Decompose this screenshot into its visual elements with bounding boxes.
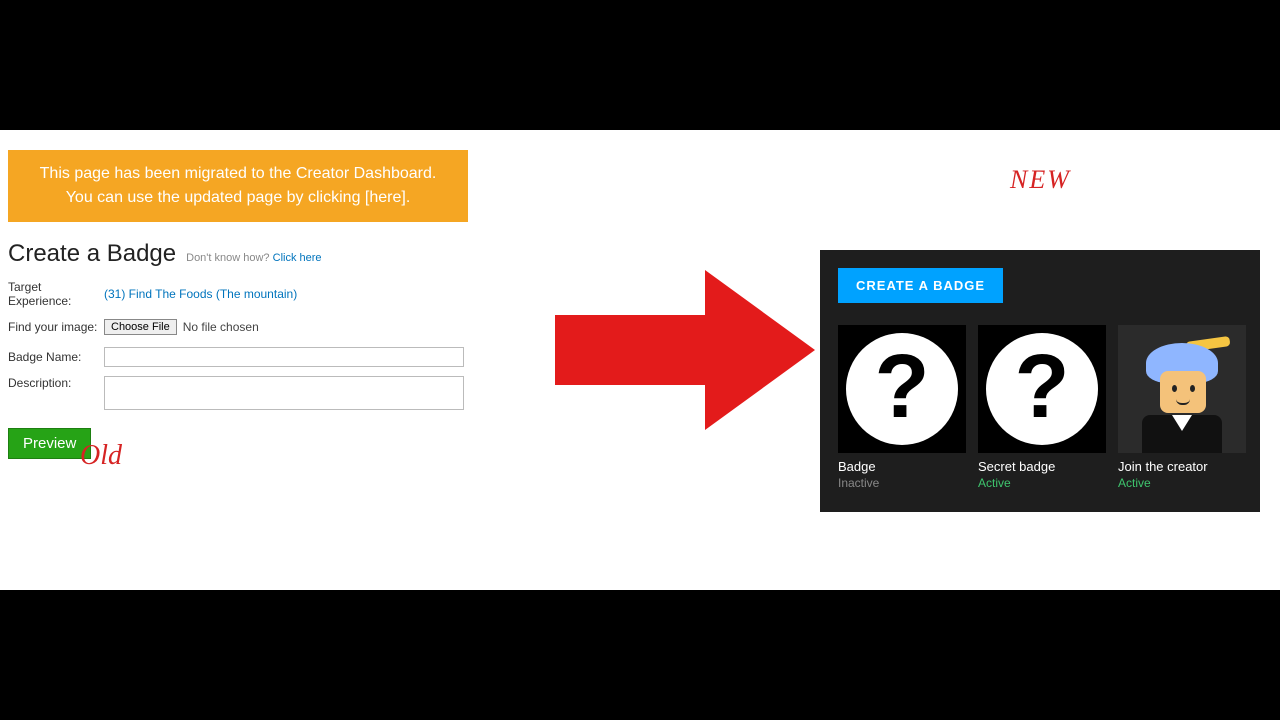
badge-status: Inactive: [838, 476, 966, 490]
image-row: Find your image: Choose File No file cho…: [8, 316, 468, 338]
old-ui-panel: This page has been migrated to the Creat…: [8, 150, 468, 459]
help-link[interactable]: Click here: [273, 252, 322, 264]
badge-card[interactable]: ? Badge Inactive: [838, 325, 966, 490]
annotation-new: NEW: [1010, 165, 1071, 195]
description-row: Description:: [8, 376, 468, 410]
choose-file-button[interactable]: Choose File: [104, 319, 177, 335]
page-title: Create a Badge: [8, 240, 176, 268]
annotation-old: Old: [80, 440, 122, 472]
badge-name-label: Badge Name:: [8, 350, 104, 364]
badge-grid: ?BadgeInactive?Secret badgeActiveJoin th…: [838, 325, 1242, 490]
badge-name-input[interactable]: [104, 347, 464, 367]
badge-name: Join the creator: [1118, 459, 1246, 474]
hint-prefix: Don't know how?: [186, 252, 269, 264]
badge-status: Active: [1118, 476, 1246, 490]
badge-name: Secret badge: [978, 459, 1106, 474]
svg-text:?: ?: [875, 337, 930, 437]
help-hint: Don't know how? Click here: [186, 252, 321, 264]
badge-name: Badge: [838, 459, 966, 474]
target-experience-row: Target Experience: (31) Find The Foods (…: [8, 280, 468, 308]
heading-row: Create a Badge Don't know how? Click her…: [8, 240, 468, 268]
description-label: Description:: [8, 376, 104, 390]
target-experience-label: Target Experience:: [8, 280, 104, 308]
description-input[interactable]: [104, 376, 464, 410]
arrow-icon: [555, 270, 815, 430]
badge-form: Target Experience: (31) Find The Foods (…: [8, 280, 468, 459]
create-badge-button[interactable]: CREATE A BADGE: [838, 268, 1003, 303]
badge-card[interactable]: ? Secret badge Active: [978, 325, 1106, 490]
badge-status: Active: [978, 476, 1106, 490]
badge-name-row: Badge Name:: [8, 346, 468, 368]
avatar-icon: [1118, 325, 1246, 453]
preview-button[interactable]: Preview: [8, 428, 91, 459]
question-mark-icon: ?: [838, 325, 966, 453]
image-label: Find your image:: [8, 320, 104, 334]
migration-banner[interactable]: This page has been migrated to the Creat…: [8, 150, 468, 222]
question-mark-icon: ?: [978, 325, 1106, 453]
file-status-text: No file chosen: [183, 320, 259, 334]
target-experience-link[interactable]: (31) Find The Foods (The mountain): [104, 287, 297, 301]
comparison-stage: This page has been migrated to the Creat…: [0, 130, 1280, 590]
new-ui-panel: CREATE A BADGE ? Badge Inactive? Secret bad…: [820, 250, 1260, 512]
badge-card[interactable]: Join the creator Active: [1118, 325, 1246, 490]
svg-text:?: ?: [1015, 337, 1070, 437]
